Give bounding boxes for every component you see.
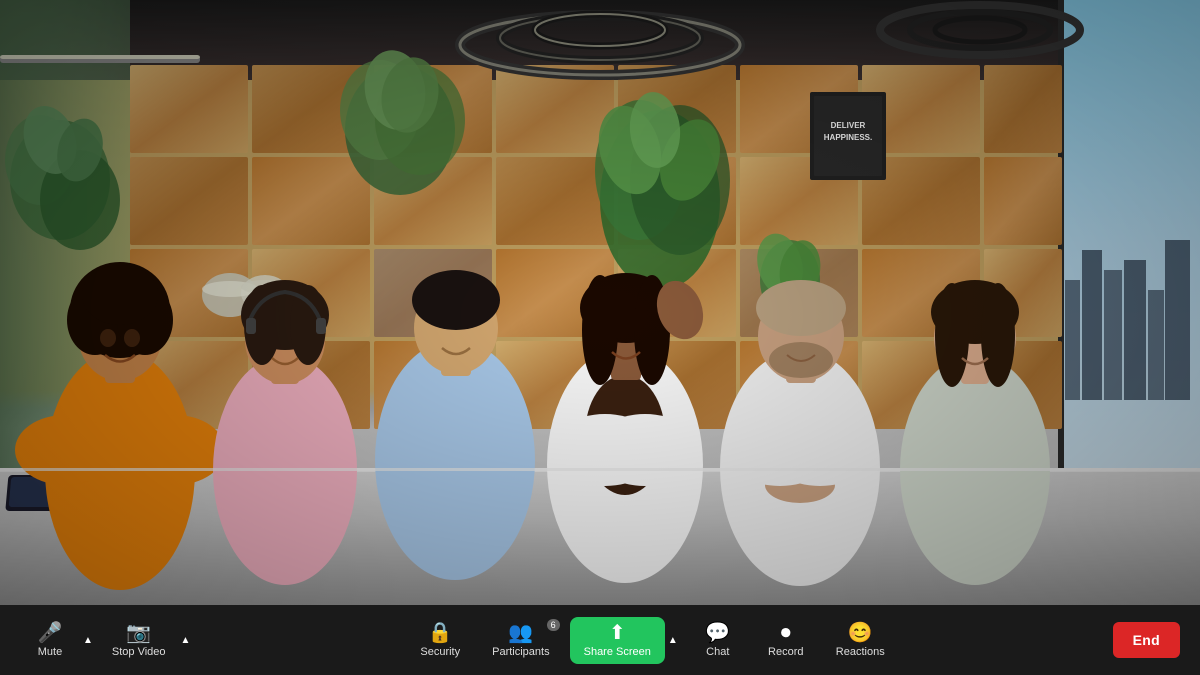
mute-label: Mute xyxy=(38,646,62,658)
reactions-label: Reactions xyxy=(836,646,885,658)
mute-arrow[interactable]: ▲ xyxy=(81,633,95,648)
toolbar: 🎤 Mute ▲ 📷 Stop Video ▲ 🔒 Security 👥 6 P… xyxy=(0,605,1200,675)
camera-icon: 📷 xyxy=(126,623,151,643)
microphone-icon: 🎤 xyxy=(38,623,63,643)
share-screen-arrow[interactable]: ▲ xyxy=(666,633,680,648)
security-button[interactable]: 🔒 Security xyxy=(408,617,472,664)
video-area: DELIVER HAPPINESS. xyxy=(0,0,1200,630)
mute-section: 🎤 Mute ▲ xyxy=(20,617,95,664)
share-screen-button[interactable]: ⬆ Share Screen xyxy=(570,617,665,664)
participants-icon: 👥 xyxy=(508,623,533,643)
record-label: Record xyxy=(768,646,803,658)
participants-button[interactable]: 👥 6 Participants xyxy=(480,617,561,664)
participants-label: Participants xyxy=(492,646,549,658)
share-screen-label: Share Screen xyxy=(584,646,651,658)
chat-button[interactable]: 💬 Chat xyxy=(688,617,748,664)
chat-label: Chat xyxy=(706,646,729,658)
stop-video-button[interactable]: 📷 Stop Video xyxy=(100,617,178,664)
shield-icon: 🔒 xyxy=(428,623,453,643)
security-label: Security xyxy=(420,646,460,658)
toolbar-right: End xyxy=(1113,622,1180,658)
end-button[interactable]: End xyxy=(1113,622,1180,658)
video-section: 📷 Stop Video ▲ xyxy=(100,617,193,664)
share-screen-icon: ⬆ xyxy=(609,623,626,643)
share-screen-section: ⬆ Share Screen ▲ xyxy=(570,617,680,664)
stop-video-label: Stop Video xyxy=(112,646,166,658)
record-icon: ⏺ xyxy=(781,623,791,643)
toolbar-left: 🎤 Mute ▲ 📷 Stop Video ▲ xyxy=(20,617,192,664)
video-arrow[interactable]: ▲ xyxy=(179,633,193,648)
toolbar-center: 🔒 Security 👥 6 Participants ⬆ Share Scre… xyxy=(192,617,1112,664)
mute-button[interactable]: 🎤 Mute xyxy=(20,617,80,664)
chat-icon: 💬 xyxy=(705,623,730,643)
reactions-button[interactable]: 😊 Reactions xyxy=(824,617,897,664)
meeting-scene: DELIVER HAPPINESS. xyxy=(0,0,1200,630)
reactions-icon: 😊 xyxy=(848,623,873,643)
participants-count-badge: 6 xyxy=(547,619,560,631)
record-button[interactable]: ⏺ Record xyxy=(756,617,816,664)
